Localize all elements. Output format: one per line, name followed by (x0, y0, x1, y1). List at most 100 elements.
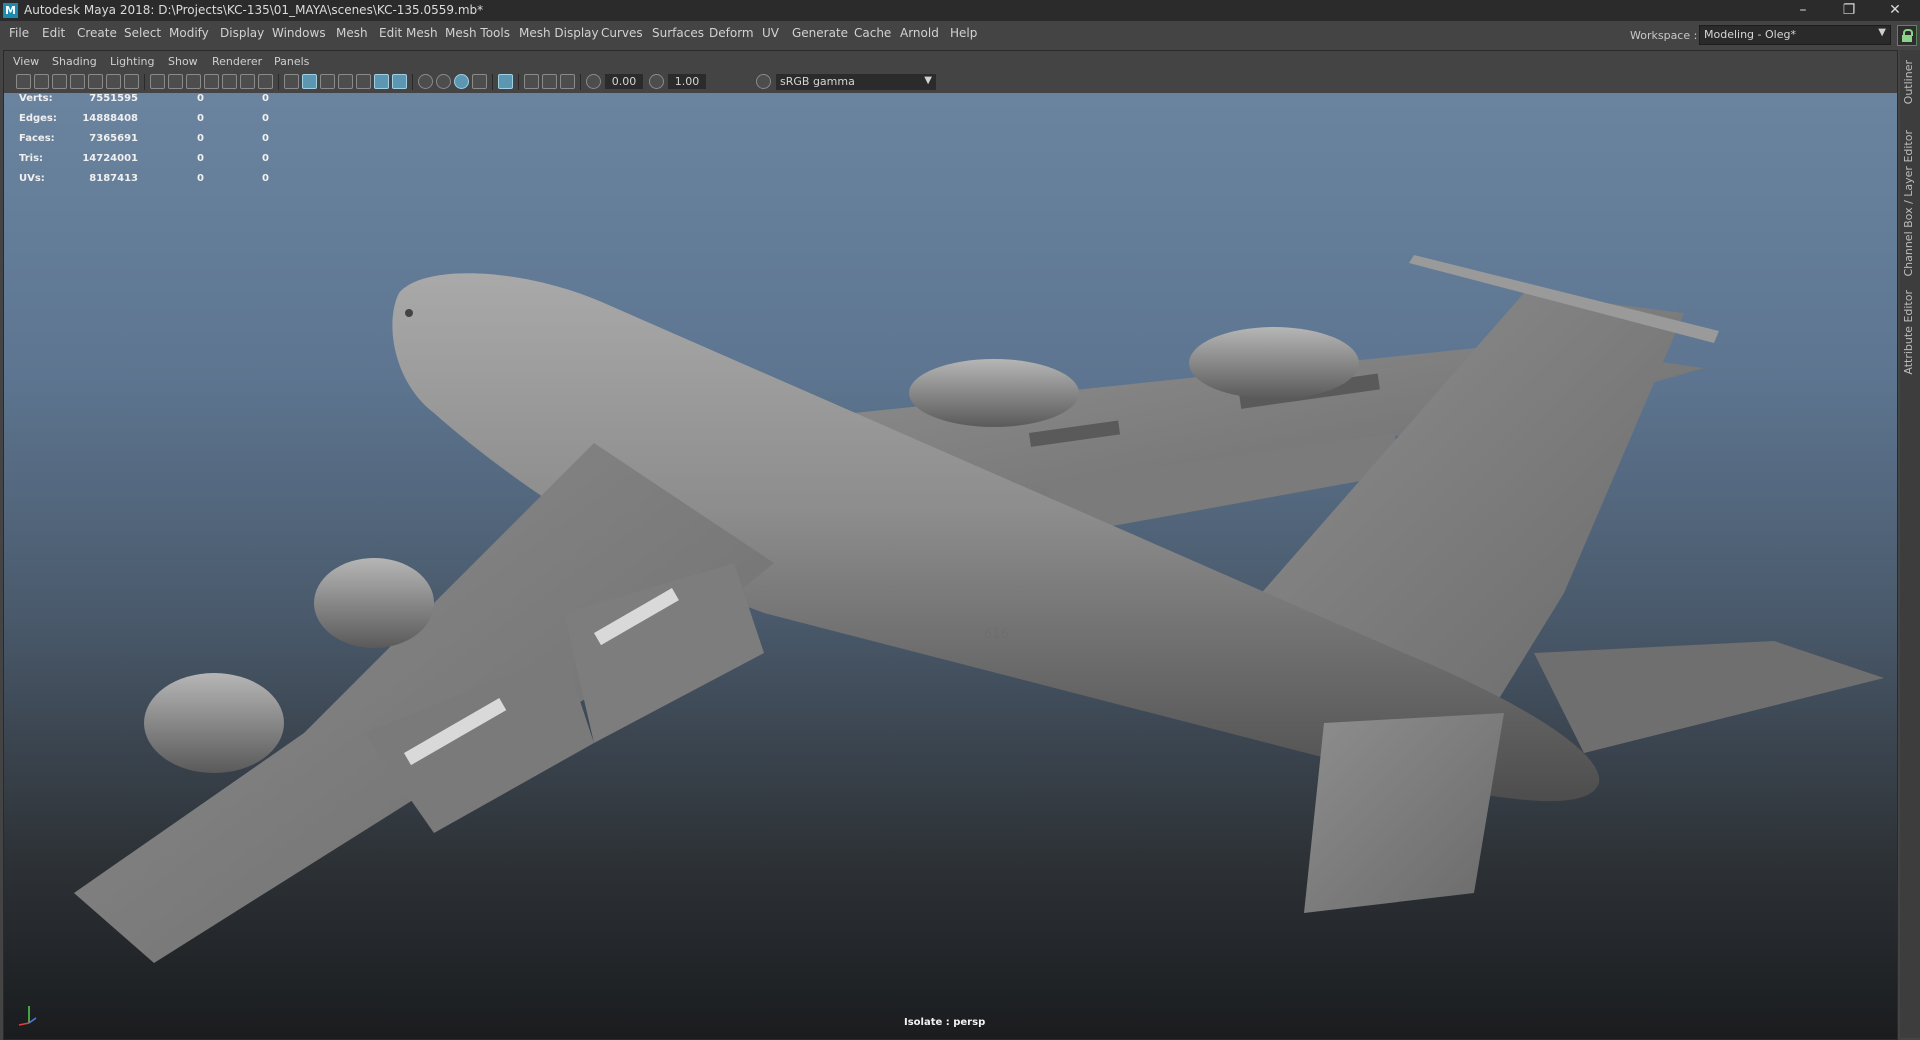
use-all-lights-icon[interactable] (374, 74, 389, 89)
hud-value: 0 (197, 133, 204, 144)
menu-file[interactable]: File (9, 26, 29, 40)
resolution-gate-icon[interactable] (186, 74, 201, 89)
hud-value: 0 (197, 113, 204, 124)
grid-toggle-icon[interactable] (150, 74, 165, 89)
exposure-field[interactable]: 0.00 (605, 74, 643, 89)
minimize-button[interactable]: – (1780, 0, 1826, 21)
panel-menu-view[interactable]: View (13, 55, 39, 68)
engine-nacelle (314, 558, 434, 648)
menu-curves[interactable]: Curves (601, 26, 643, 40)
film-gate-icon[interactable] (168, 74, 183, 89)
gamma-field[interactable]: 1.00 (668, 74, 706, 89)
multisample-aa-icon[interactable] (454, 74, 469, 89)
menu-generate[interactable]: Generate (792, 26, 848, 40)
hud-value: 0 (262, 93, 269, 104)
wireframe-on-shaded-icon[interactable] (338, 74, 353, 89)
tab-outliner[interactable]: Outliner (1902, 60, 1915, 104)
color-management-icon[interactable] (756, 74, 771, 89)
axis-gizmo-icon (18, 1006, 37, 1026)
tab-channel-box[interactable]: Channel Box / Layer Editor (1902, 130, 1915, 277)
chevron-down-icon: ▼ (924, 75, 932, 86)
view-transform-dropdown[interactable]: sRGB gamma ▼ (776, 74, 936, 90)
ambient-occlusion-icon[interactable] (418, 74, 433, 89)
hud-value: 14888408 (82, 113, 138, 124)
panel-menu-panels[interactable]: Panels (274, 55, 309, 68)
camera-label: Isolate : persp (904, 1017, 986, 1028)
menu-cache[interactable]: Cache (854, 26, 891, 40)
hud-row-verts: Verts: 7551595 0 0 (4, 93, 274, 109)
aircraft-model[interactable]: 616 (4, 93, 1897, 1039)
safe-title-icon[interactable] (258, 74, 273, 89)
camera-attributes-icon[interactable] (34, 74, 49, 89)
left-horizontal-stabilizer (1304, 713, 1504, 913)
close-button[interactable]: ✕ (1872, 0, 1918, 21)
menu-select[interactable]: Select (124, 26, 161, 40)
select-camera-icon[interactable] (16, 74, 31, 89)
hud-label: Faces: (19, 133, 55, 144)
panel-menu-renderer[interactable]: Renderer (212, 55, 262, 68)
restore-button[interactable]: ❐ (1826, 0, 1872, 21)
panel-menu-shading[interactable]: Shading (52, 55, 97, 68)
menu-deform[interactable]: Deform (709, 26, 754, 40)
textured-icon[interactable] (356, 74, 371, 89)
menu-windows[interactable]: Windows (272, 26, 326, 40)
camera-bookmark-icon[interactable] (52, 74, 67, 89)
hud-value: 0 (197, 93, 204, 104)
xray-icon[interactable] (524, 74, 539, 89)
hud-value: 0 (197, 153, 204, 164)
engine-nacelle (1189, 327, 1359, 399)
panel-toolbar: 0.00 1.00 sRGB gamma ▼ (4, 71, 1897, 93)
menu-display[interactable]: Display (220, 26, 264, 40)
menu-surfaces[interactable]: Surfaces (652, 26, 704, 40)
2d-pan-zoom-icon[interactable] (88, 74, 103, 89)
gate-mask-icon[interactable] (204, 74, 219, 89)
menu-edit-mesh[interactable]: Edit Mesh (379, 26, 438, 40)
tab-attribute-editor[interactable]: Attribute Editor (1902, 290, 1915, 375)
isolate-select-icon[interactable] (498, 74, 513, 89)
hud-value: 0 (262, 153, 269, 164)
xray-active-icon[interactable] (542, 74, 557, 89)
panel-menu-show[interactable]: Show (168, 55, 198, 68)
hud-row-uvs: UVs: 8187413 0 0 (4, 173, 274, 189)
hud-value: 0 (262, 173, 269, 184)
grease-pencil-icon[interactable] (106, 74, 121, 89)
hud-label: Edges: (19, 113, 57, 124)
menu-help[interactable]: Help (950, 26, 977, 40)
toolbar-separator (412, 74, 413, 90)
menu-mesh[interactable]: Mesh (336, 26, 368, 40)
side-tab-bar: Outliner Channel Box / Layer Editor Attr… (1900, 50, 1920, 1038)
lock-icon[interactable] (1897, 25, 1917, 46)
wireframe-icon[interactable] (284, 74, 299, 89)
default-material-icon[interactable] (320, 74, 335, 89)
smooth-shade-icon[interactable] (302, 74, 317, 89)
menu-create[interactable]: Create (77, 26, 117, 40)
gamma-icon[interactable] (649, 74, 664, 89)
hud-value: 14724001 (82, 153, 138, 164)
menu-arnold[interactable]: Arnold (900, 26, 939, 40)
motion-blur-icon[interactable] (436, 74, 451, 89)
3d-viewport[interactable]: 616 Verts: 7551595 0 0 Edges: 14888408 0… (4, 93, 1897, 1039)
xray-joints-icon[interactable] (560, 74, 575, 89)
hud-label: Verts: (19, 93, 53, 104)
hud-value: 0 (262, 113, 269, 124)
image-plane-icon[interactable] (70, 74, 85, 89)
depth-of-field-icon[interactable] (472, 74, 487, 89)
menu-uv[interactable]: UV (762, 26, 779, 40)
hud-value: 8187413 (89, 173, 138, 184)
hud-label: UVs: (19, 173, 45, 184)
menu-edit[interactable]: Edit (42, 26, 65, 40)
fuselage-number: 616 (984, 627, 1009, 642)
hud-value: 7365691 (89, 133, 138, 144)
menu-mesh-tools[interactable]: Mesh Tools (445, 26, 510, 40)
field-chart-icon[interactable] (222, 74, 237, 89)
workspace-dropdown[interactable]: Modeling - Oleg* ▼ (1699, 25, 1891, 45)
menu-mesh-display[interactable]: Mesh Display (519, 26, 599, 40)
grid-icon[interactable] (124, 74, 139, 89)
safe-action-icon[interactable] (240, 74, 255, 89)
menu-modify[interactable]: Modify (169, 26, 209, 40)
shadows-icon[interactable] (392, 74, 407, 89)
viewport-panel: View Shading Lighting Show Renderer Pane… (3, 50, 1898, 1040)
panel-menu-lighting[interactable]: Lighting (110, 55, 154, 68)
exposure-icon[interactable] (586, 74, 601, 89)
right-horizontal-stabilizer (1534, 641, 1884, 753)
